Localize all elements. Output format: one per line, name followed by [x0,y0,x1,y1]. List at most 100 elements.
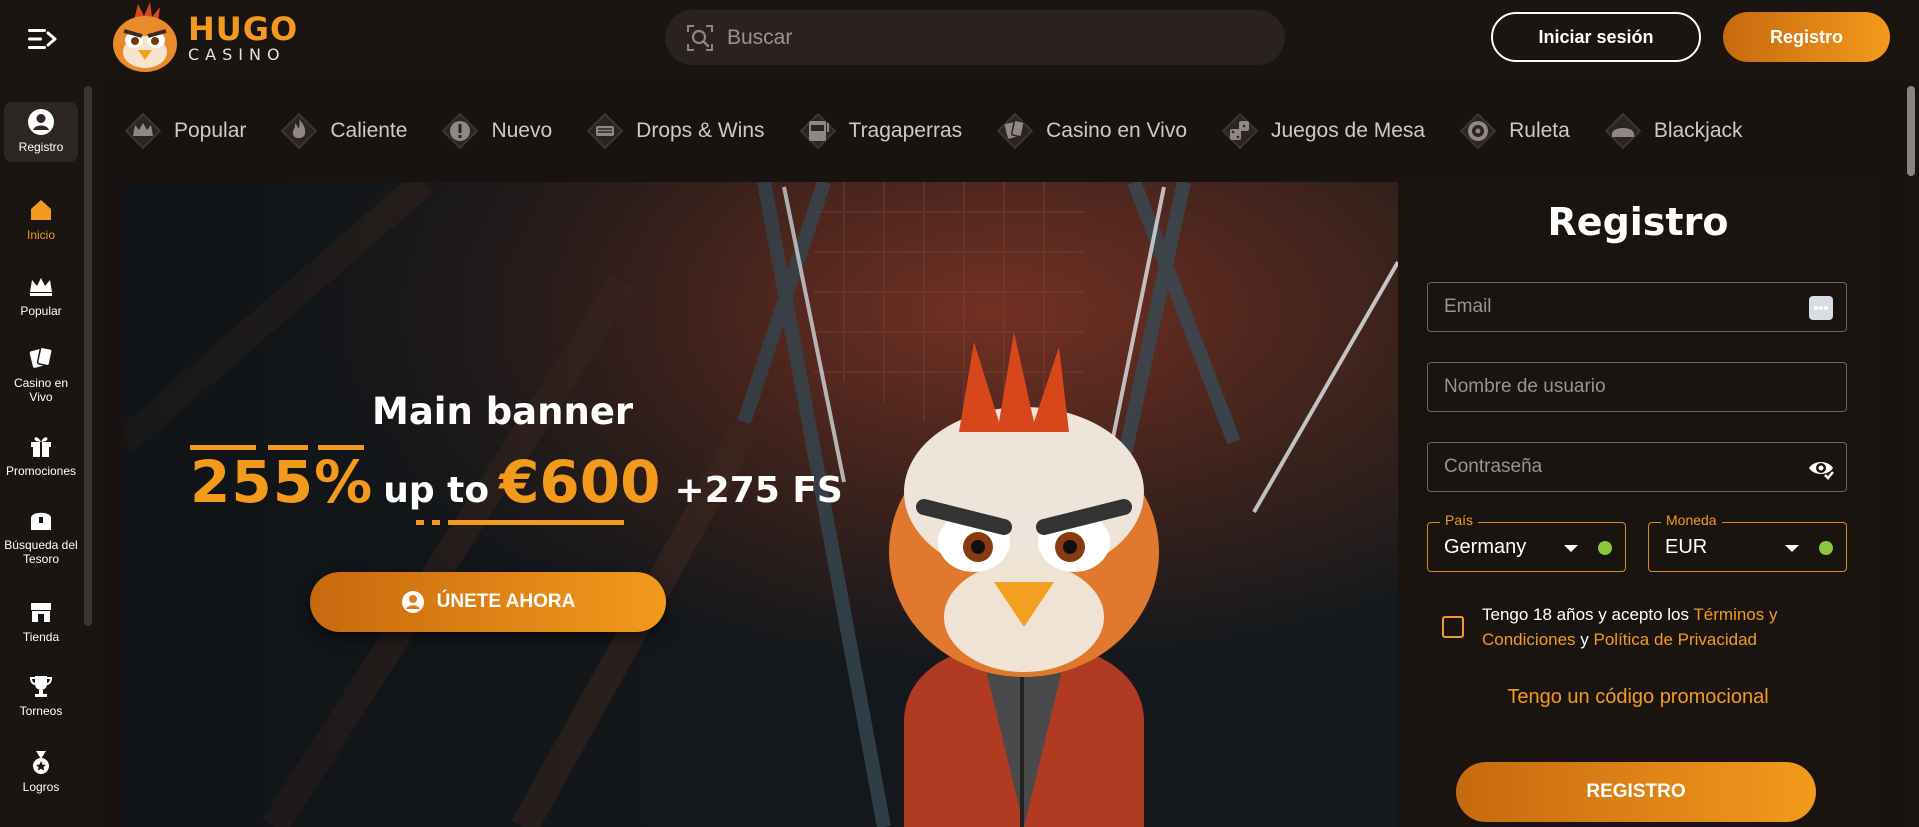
currency-select[interactable]: Moneda EUR [1648,512,1847,572]
search-input[interactable] [727,25,1247,50]
offer-up-to: up to [383,470,490,511]
menu-toggle-icon[interactable] [26,26,60,52]
terms-checkbox[interactable] [1442,616,1464,638]
privacy-link[interactable]: Política de Privacidad [1594,630,1757,649]
email-input[interactable] [1444,296,1830,318]
category-label: Casino en Vivo [1046,119,1187,142]
dice-icon [1221,112,1259,150]
chevron-down-icon [1564,545,1578,552]
sidebar-item-inicio[interactable]: Inicio [4,196,78,242]
treasure-chest-icon [31,512,51,530]
valid-check-icon [1819,541,1833,555]
user-icon [401,591,424,613]
country-value: Germany [1444,535,1527,558]
sidebar-item-label: Registro [18,140,64,154]
email-field[interactable] [1427,282,1847,332]
terms-text: Tengo 18 años y acepto los Términos y Co… [1482,602,1852,652]
logo-subtitle: CASINO [188,45,286,64]
sidebar-item-torneos[interactable]: Torneos [4,672,78,718]
country-select[interactable]: País Germany [1427,512,1626,572]
category-label: Popular [174,119,247,142]
decor-dash [416,520,424,525]
sidebar-item-registro[interactable]: Registro [4,102,78,162]
sidebar-item-label: Tienda [22,630,60,644]
sidebar-item-label: Búsqueda del Tesoro [4,538,78,567]
eye-icon[interactable] [1808,455,1834,481]
blackjack-icon [1604,112,1642,150]
page-scrollbar[interactable] [1907,86,1915,176]
registration-panel: Registro País Germany Moneda EUR Tengo 1… [1398,182,1878,827]
category-juegos-de-mesa[interactable]: Juegos de Mesa [1219,110,1425,152]
logo-title: HUGO [188,10,299,48]
register-button[interactable]: Registro [1723,12,1890,62]
crown-icon [124,112,162,150]
search-icon [687,24,713,51]
sidebar-item-popular[interactable]: Popular [4,272,78,318]
promo-code-link[interactable]: Tengo un código promocional [1398,686,1878,709]
category-label: Tragaperras [848,119,963,142]
sidebar-item-busqueda-del-tesoro[interactable]: Búsqueda del Tesoro [4,506,78,567]
category-drops-wins[interactable]: Drops & Wins [584,110,765,152]
offer-percent: 255% [190,448,374,516]
bird-mascot-logo-icon [113,2,177,72]
sidebar-item-logros[interactable]: Logros [4,748,78,794]
category-label: Blackjack [1653,119,1743,142]
category-label: Drops & Wins [636,119,765,142]
login-button[interactable]: Iniciar sesión [1491,12,1701,62]
sidebar-item-tienda[interactable]: Tienda [4,598,78,644]
currency-legend: Moneda [1661,512,1722,528]
fire-icon [281,112,318,150]
shop-icon [31,603,51,622]
logo[interactable]: HUGO CASINO [104,2,304,74]
user-icon [28,109,54,135]
country-legend: País [1440,512,1479,528]
category-blackjack[interactable]: Blackjack [1602,110,1743,152]
terms-text-part: y [1575,630,1594,649]
category-casino-en-vivo[interactable]: Casino en Vivo [994,110,1187,152]
search-bar[interactable] [665,10,1285,65]
join-now-label: ÚNETE AHORA [436,591,576,612]
autofill-icon[interactable] [1808,295,1834,321]
slot-machine-icon [799,112,836,150]
category-ruleta[interactable]: Ruleta [1457,110,1570,152]
sidebar-item-casino-en-vivo[interactable]: Casino en Vivo [4,344,78,405]
gift-icon [31,437,51,457]
chevron-down-icon [1785,545,1799,552]
cards-icon [996,112,1034,150]
category-label: Juegos de Mesa [1271,119,1426,142]
decor-dash [448,520,624,525]
join-now-button[interactable]: ÚNETE AHORA [310,572,666,632]
username-input[interactable] [1444,376,1830,398]
terms-text-part: Tengo 18 años y acepto los [1482,605,1694,624]
sidebar-item-label: Inicio [26,228,55,242]
cards-icon [29,346,53,368]
category-nuevo[interactable]: Nuevo [439,110,552,152]
top-header: HUGO CASINO Iniciar sesión Registro [0,0,1919,80]
username-field[interactable] [1427,362,1847,412]
register-submit-button[interactable]: REGISTRO [1456,762,1816,822]
sidebar-item-promociones[interactable]: Promociones [4,432,78,478]
medal-icon [33,751,49,774]
trophy-icon [29,676,53,697]
currency-value: EUR [1665,535,1708,558]
home-icon [31,200,51,220]
category-tragaperras[interactable]: Tragaperras [797,110,963,152]
crown-icon [30,278,52,296]
sidebar-item-label: Casino en Vivo [13,376,69,405]
sidebar-scrollbar[interactable] [84,86,92,626]
password-input[interactable] [1444,456,1830,478]
category-caliente[interactable]: Caliente [278,110,407,152]
decor-dash [432,520,440,525]
offer-free-spins: +275 FS [674,470,843,511]
password-field[interactable] [1427,442,1847,492]
category-popular[interactable]: Popular [122,110,246,152]
offer-amount: €600 [499,448,661,516]
category-label: Nuevo [491,119,553,142]
banner-offer: 255% up to €600 +275 FS [190,448,843,516]
category-bar: Popular Caliente Nuevo Drops & Wins Trag… [122,100,1862,162]
roulette-icon [1459,112,1497,150]
sidebar-item-label: Promociones [5,464,77,478]
drops-wins-icon [586,112,624,150]
sidebar-item-label: Popular [20,304,62,318]
valid-check-icon [1598,541,1612,555]
